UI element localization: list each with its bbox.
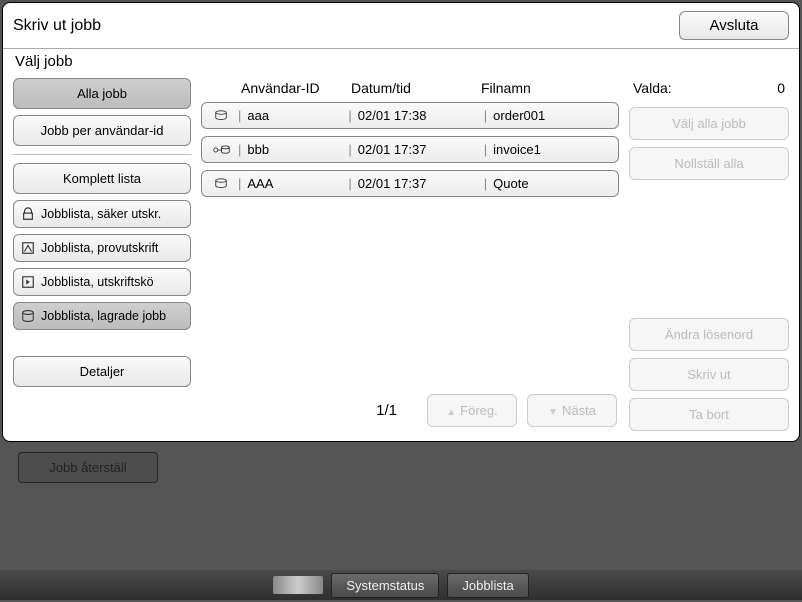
job-list-button[interactable]: Jobblista	[447, 573, 528, 598]
system-status-button[interactable]: Systemstatus	[331, 573, 439, 598]
filter-stored-jobs[interactable]: Jobblista, lagrade jobb	[13, 302, 191, 330]
cell-divider: |	[238, 142, 241, 157]
job-reset-button[interactable]: Jobb återställ	[18, 452, 158, 483]
header-date-time: Datum/tid	[351, 80, 481, 96]
cell-divider: |	[484, 108, 487, 123]
cell-divider: |	[238, 108, 241, 123]
disc-icon	[210, 109, 232, 123]
cell-divider: |	[238, 176, 241, 191]
job-row[interactable]: | AAA | 02/01 17:37 | Quote	[201, 170, 619, 197]
filter-secure-print[interactable]: Jobblista, säker utskr.	[13, 200, 191, 228]
jobs-per-user-button[interactable]: Jobb per användar-id	[13, 115, 191, 146]
cell-user: bbb	[247, 142, 342, 157]
cell-divider: |	[348, 108, 351, 123]
stored-icon	[20, 308, 36, 324]
cell-user: aaa	[247, 108, 342, 123]
cell-divider: |	[484, 142, 487, 157]
bottom-bar: Systemstatus Jobblista	[0, 570, 802, 600]
prev-label: Föreg.	[460, 403, 498, 418]
cell-divider: |	[484, 176, 487, 191]
divider	[13, 154, 191, 155]
right-panel: Valda: 0 Välj alla jobb Nollställ alla Ä…	[629, 78, 789, 431]
next-page-button[interactable]: ▼ Nästa	[527, 394, 617, 427]
queue-icon	[20, 274, 36, 290]
cell-file: invoice1	[493, 142, 610, 157]
filter-label: Jobblista, lagrade jobb	[41, 309, 166, 323]
header-user-id: Användar-ID	[241, 80, 351, 96]
reset-all-button[interactable]: Nollställ alla	[629, 147, 789, 180]
print-jobs-window: Skriv ut jobb Avsluta Välj jobb Alla job…	[2, 2, 800, 442]
spacer	[629, 187, 789, 311]
delete-button[interactable]: Ta bort	[629, 398, 789, 431]
filter-proof-print[interactable]: Jobblista, provutskrift	[13, 234, 191, 262]
details-button[interactable]: Detaljer	[13, 356, 191, 387]
cell-divider: |	[348, 142, 351, 157]
column-headers: Användar-ID Datum/tid Filnamn	[201, 78, 619, 102]
job-row[interactable]: | aaa | 02/01 17:38 | order001	[201, 102, 619, 129]
filter-label: Jobblista, provutskrift	[41, 241, 158, 255]
cell-date: 02/01 17:37	[358, 142, 478, 157]
content-area: Alla jobb Jobb per användar-id Komplett …	[3, 72, 799, 441]
select-all-button[interactable]: Välj alla jobb	[629, 107, 789, 140]
cell-file: order001	[493, 108, 610, 123]
page-indicator: 1/1	[376, 402, 397, 419]
print-button[interactable]: Skriv ut	[629, 358, 789, 391]
exit-button[interactable]: Avsluta	[679, 11, 789, 40]
lock-icon	[20, 206, 36, 222]
titlebar: Skriv ut jobb Avsluta	[3, 3, 799, 49]
cell-divider: |	[348, 176, 351, 191]
all-jobs-button[interactable]: Alla jobb	[13, 78, 191, 109]
proof-icon	[20, 240, 36, 256]
pager: 1/1 ▲ Föreg. ▼ Nästa	[201, 390, 619, 431]
cell-user: AAA	[247, 176, 342, 191]
change-password-button[interactable]: Ändra lösenord	[629, 318, 789, 351]
header-filename: Filnamn	[481, 80, 619, 96]
subtitle: Välj jobb	[3, 49, 799, 72]
selected-label: Valda:	[633, 80, 672, 96]
prev-page-button[interactable]: ▲ Föreg.	[427, 394, 517, 427]
triangle-up-icon: ▲	[446, 407, 456, 418]
toner-indicator-icon	[273, 576, 323, 594]
selected-count-row: Valda: 0	[629, 78, 789, 100]
disc-icon	[210, 177, 232, 191]
window-title: Skriv ut jobb	[13, 17, 101, 35]
cell-date: 02/01 17:38	[358, 108, 478, 123]
complete-list-button[interactable]: Komplett lista	[13, 163, 191, 194]
next-label: Nästa	[562, 403, 596, 418]
filter-label: Jobblista, säker utskr.	[41, 207, 161, 221]
filter-print-queue[interactable]: Jobblista, utskriftskö	[13, 268, 191, 296]
filter-label: Jobblista, utskriftskö	[41, 275, 154, 289]
left-sidebar: Alla jobb Jobb per användar-id Komplett …	[13, 78, 191, 431]
job-row[interactable]: | bbb | 02/01 17:37 | invoice1	[201, 136, 619, 163]
spacer	[13, 336, 191, 350]
key-disc-icon	[210, 143, 232, 157]
triangle-down-icon: ▼	[548, 407, 558, 418]
job-list-area: Användar-ID Datum/tid Filnamn | aaa | 02…	[201, 78, 619, 431]
cell-file: Quote	[493, 176, 610, 191]
selected-count: 0	[777, 80, 785, 96]
cell-date: 02/01 17:37	[358, 176, 478, 191]
